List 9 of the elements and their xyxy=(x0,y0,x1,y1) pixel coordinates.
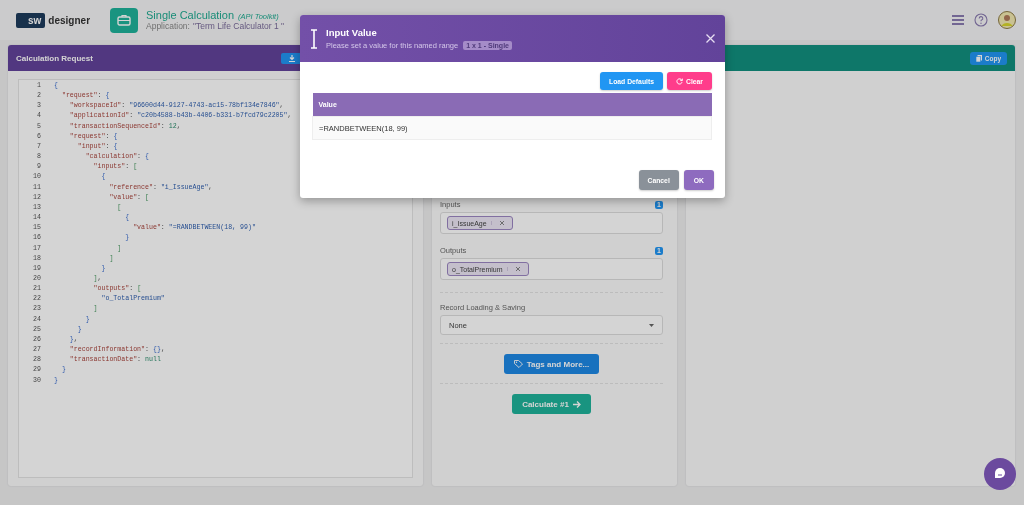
logo-badge: sw xyxy=(16,12,46,28)
panel-title: Calculation Request xyxy=(16,53,93,63)
logo-text: designer xyxy=(48,14,91,26)
dialog-title: Input Value xyxy=(326,27,378,38)
tags-button[interactable]: Tags and More... xyxy=(503,354,600,374)
application-name: "Term Life Calculator 1 " xyxy=(192,21,285,31)
calculate-button[interactable]: Calculate #1 xyxy=(512,394,591,414)
subtitle-label: Application: xyxy=(146,21,190,31)
page-title: Single Calculation xyxy=(146,9,235,21)
